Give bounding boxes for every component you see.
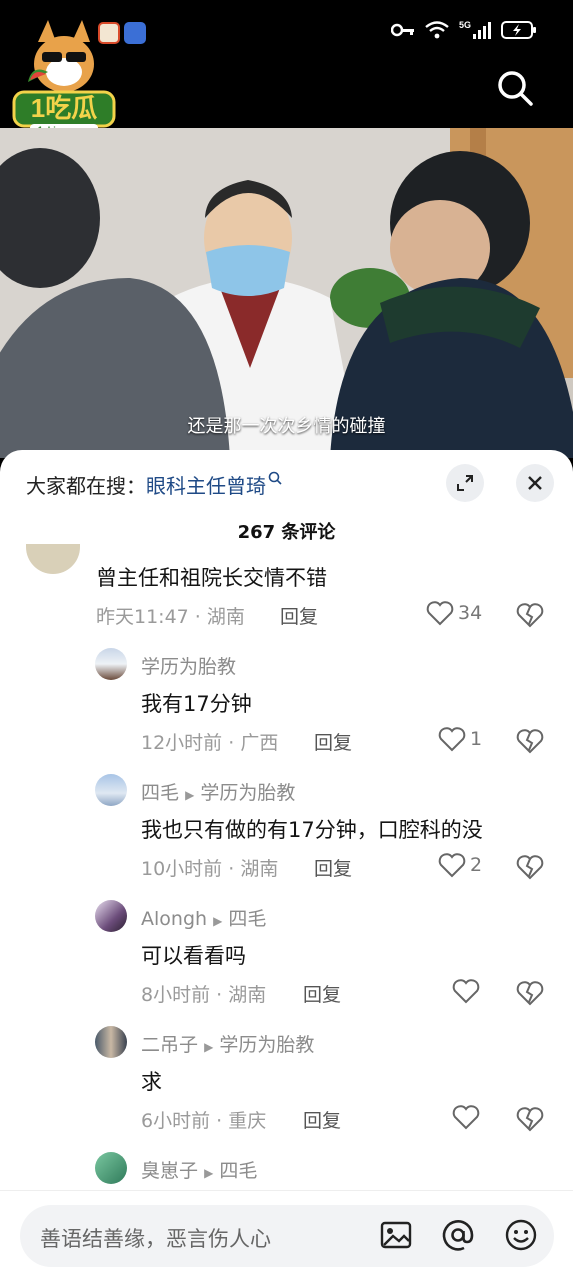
like-button[interactable]: 34 [426, 600, 482, 626]
broken-heart-icon[interactable] [516, 728, 544, 754]
video-frame [0, 128, 573, 458]
comment-text: 可以看看吗 [141, 944, 246, 968]
avatar[interactable] [95, 648, 127, 680]
video-subtitle: 还是那一次次乡情的碰撞 [187, 416, 386, 437]
comment-time: 8小时前 [141, 984, 211, 1006]
wifi-icon [425, 21, 449, 39]
comment-meta: 6小时前 · 重庆 [141, 1110, 267, 1132]
reply-button[interactable]: 回复 [314, 854, 352, 881]
avatar[interactable] [95, 900, 127, 932]
video-player[interactable]: 还是那一次次乡情的碰撞 [0, 128, 573, 458]
app-notification-icon [124, 22, 146, 44]
comment-text: 我也只有做的有17分钟，口腔科的没 [141, 818, 483, 842]
avatar[interactable] [95, 774, 127, 806]
reply-button[interactable]: 回复 [303, 1106, 341, 1133]
battery-icon [501, 21, 536, 39]
like-count: 2 [470, 854, 483, 876]
comment-author[interactable]: 二吊子 ▶ 学历为胎教 [141, 1030, 314, 1057]
broken-heart-icon[interactable] [516, 980, 544, 1006]
key-icon [391, 23, 414, 37]
comment-input-placeholder: 善语结善缘，恶言伤人心 [40, 1227, 271, 1251]
heart-icon [438, 853, 466, 878]
comment-author[interactable]: 四毛 ▶ 学历为胎教 [141, 778, 295, 805]
search-suggestion-prefix: 大家都在搜： [26, 474, 146, 498]
comment-author[interactable]: 臭崽子 ▶ 四毛 [141, 1156, 257, 1183]
comment-author[interactable]: 学历为胎教 [141, 652, 236, 679]
signal-5g-icon: 5G [459, 20, 491, 39]
comment-input-bar: 善语结善缘，恶言伤人心 [0, 1190, 573, 1281]
reply-target: 学历为胎教 [200, 782, 296, 804]
comment-time: 12小时前 [141, 732, 223, 754]
broken-heart-icon[interactable] [516, 602, 544, 628]
notification-icon [98, 22, 120, 44]
comment-sheet: 大家都在搜：眼科主任曾琦 267 条评论 曾主任和祖院长交情不错 昨天11:47… [0, 450, 573, 1280]
heart-icon [452, 979, 480, 1004]
like-count: 34 [458, 602, 483, 624]
reply-target: 四毛 [228, 908, 267, 930]
like-button[interactable]: 2 [438, 852, 482, 878]
emoji-icon[interactable] [503, 1217, 539, 1253]
logo-text: 1吃瓜 [31, 93, 97, 123]
heart-icon [438, 727, 466, 752]
close-button[interactable] [516, 464, 554, 502]
reply-target: 四毛 [219, 1160, 258, 1182]
expand-icon [457, 475, 473, 491]
at-icon[interactable] [440, 1217, 476, 1253]
comment-location: 重庆 [228, 1110, 267, 1132]
comment-location: 湖南 [240, 858, 279, 880]
like-button[interactable] [452, 1104, 480, 1130]
reply-button[interactable]: 回复 [303, 980, 341, 1007]
comment-meta: 昨天11:47 · 湖南 [96, 606, 245, 628]
comment-author[interactable]: Alongh ▶ 四毛 [141, 904, 266, 931]
comment-location: 广西 [240, 732, 279, 754]
avatar[interactable] [26, 544, 80, 574]
comment-text: 求 [141, 1070, 162, 1094]
comment-count: 267 条评论 [237, 522, 336, 543]
comment-text: 我有17分钟 [141, 692, 252, 716]
close-icon [528, 476, 542, 490]
like-button[interactable] [452, 978, 480, 1004]
reply-target: 学历为胎教 [219, 1034, 315, 1056]
comment-meta: 8小时前 · 湖南 [141, 984, 267, 1006]
avatar[interactable] [95, 1026, 127, 1058]
comment-meta: 10小时前 · 湖南 [141, 858, 279, 880]
comment-time: 10小时前 [141, 858, 223, 880]
svg-text:5G: 5G [459, 20, 471, 30]
expand-button[interactable] [446, 464, 484, 502]
broken-heart-icon[interactable] [516, 854, 544, 880]
comment-input[interactable]: 善语结善缘，恶言伤人心 [20, 1205, 554, 1267]
image-icon[interactable] [378, 1217, 414, 1253]
top-bar: 1吃瓜 1chigua.one 5G [0, 0, 573, 136]
like-button[interactable]: 1 [438, 726, 482, 752]
broken-heart-icon[interactable] [516, 1106, 544, 1132]
comment-time: 昨天11:47 [96, 606, 189, 628]
avatar[interactable] [95, 1152, 127, 1184]
heart-icon [426, 601, 454, 626]
comment-text: 曾主任和祖院长交情不错 [96, 566, 327, 590]
heart-icon [452, 1105, 480, 1130]
comment-location: 湖南 [228, 984, 267, 1006]
comment-time: 6小时前 [141, 1110, 211, 1132]
reply-button[interactable]: 回复 [314, 728, 352, 755]
search-suggestion-keyword[interactable]: 眼科主任曾琦 [146, 474, 266, 498]
search-suggestion[interactable]: 大家都在搜：眼科主任曾琦 [26, 470, 282, 499]
status-icons: 5G [391, 20, 537, 40]
search-icon[interactable] [495, 68, 535, 108]
like-count: 1 [470, 728, 483, 750]
search-small-icon [268, 471, 282, 485]
comment-location: 湖南 [206, 606, 245, 628]
reply-button[interactable]: 回复 [280, 602, 318, 629]
comment-meta: 12小时前 · 广西 [141, 732, 279, 754]
